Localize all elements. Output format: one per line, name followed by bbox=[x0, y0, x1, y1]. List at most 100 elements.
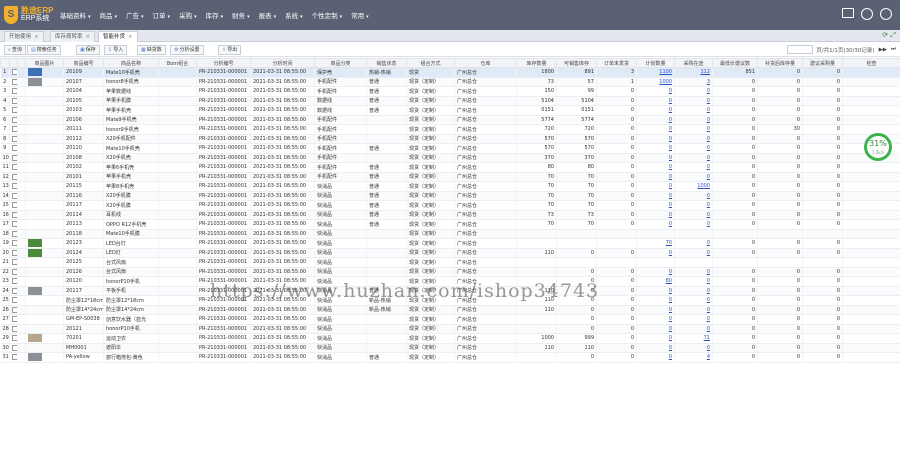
link-cell[interactable]: 4 bbox=[674, 352, 713, 363]
link-cell[interactable]: 0 bbox=[674, 267, 713, 277]
nav-item[interactable]: 常用 bbox=[351, 10, 369, 20]
link-cell[interactable]: 1000 bbox=[636, 77, 675, 87]
monitor-icon[interactable] bbox=[842, 8, 854, 18]
column-header[interactable]: 销售状态 bbox=[366, 58, 407, 68]
table-row[interactable]: 19 20123 LED台灯 PR-210331-000001 2021-03-31 0… bbox=[0, 238, 900, 249]
tab-smart-restock[interactable]: 智能补货 × bbox=[98, 31, 138, 42]
row-checkbox[interactable] bbox=[12, 145, 17, 151]
column-header[interactable]: 建议采购量 bbox=[802, 58, 843, 68]
column-header[interactable]: Bom组合 bbox=[158, 58, 197, 68]
link-cell[interactable]: 0 bbox=[636, 172, 675, 182]
user-icon[interactable] bbox=[861, 8, 873, 20]
nav-item[interactable]: 订单 bbox=[153, 10, 171, 20]
table-row[interactable]: 6 20106 Mate9手机壳 PR-210331-000001 2021-03-31… bbox=[0, 115, 900, 125]
column-header[interactable]: 采购在途 bbox=[674, 58, 713, 68]
link-cell[interactable]: 0 bbox=[674, 134, 713, 144]
nav-item[interactable]: 系统 bbox=[285, 10, 303, 20]
link-cell[interactable]: 0 bbox=[636, 324, 675, 334]
row-checkbox[interactable] bbox=[12, 278, 17, 284]
link-cell[interactable]: 0 bbox=[674, 248, 713, 258]
column-header[interactable]: 组合方式 bbox=[406, 58, 455, 68]
column-header[interactable]: 可销售库存 bbox=[556, 58, 597, 68]
table-row[interactable]: 14 20116 X20手机膜 PR-210331-000001 2021-03-31 … bbox=[0, 191, 900, 201]
analysis-settings-button[interactable]: ⚙分析设置 bbox=[170, 45, 204, 55]
row-checkbox[interactable] bbox=[12, 316, 17, 322]
column-header[interactable]: 仓库 bbox=[454, 58, 517, 68]
row-checkbox[interactable] bbox=[12, 249, 17, 256]
link-cell[interactable]: 0 bbox=[674, 86, 713, 97]
row-checkbox[interactable] bbox=[12, 268, 17, 275]
column-header[interactable] bbox=[9, 58, 18, 68]
shortage-button[interactable]: ▦缺货数 bbox=[137, 45, 166, 55]
row-checkbox[interactable] bbox=[12, 230, 17, 237]
row-checkbox[interactable] bbox=[12, 97, 17, 104]
table-row[interactable]: 27 GM-EP-S0038 创意饮水器（蓝光 PR-210331-000001 202… bbox=[0, 314, 900, 325]
link-cell[interactable]: 3 bbox=[674, 77, 713, 87]
link-cell[interactable]: 0 bbox=[674, 172, 713, 182]
link-cell[interactable] bbox=[674, 257, 713, 268]
link-cell[interactable]: 0 bbox=[674, 162, 713, 173]
link-cell[interactable]: 0 bbox=[636, 267, 675, 277]
nav-item[interactable]: 基础资料 bbox=[60, 10, 91, 20]
row-checkbox[interactable] bbox=[12, 126, 17, 132]
table-row[interactable]: 1 20109 Mate10手机壳 PR-210331-000001 2021-03-3… bbox=[0, 67, 900, 78]
refresh-icon[interactable]: ⟳ ⤢ bbox=[882, 31, 896, 40]
table-row[interactable]: 20 20124 LED灯 PR-210331-000001 2021-03-31 08… bbox=[0, 248, 900, 258]
link-cell[interactable]: 0 bbox=[674, 124, 713, 135]
column-header[interactable]: 库存数量 bbox=[516, 58, 557, 68]
link-cell[interactable]: 0 bbox=[636, 210, 675, 220]
table-row[interactable]: 4 20105 苹果手机膜 PR-210331-000001 2021-03-31 08… bbox=[0, 96, 900, 106]
table-row[interactable]: 29 70201 运动卫衣 PR-210331-000001 2021-03-31 08… bbox=[0, 333, 900, 344]
column-header[interactable]: 分析编号 bbox=[196, 58, 251, 68]
row-checkbox[interactable] bbox=[12, 211, 17, 218]
column-header[interactable]: 商品名称 bbox=[103, 58, 159, 68]
link-cell[interactable]: 0 bbox=[674, 314, 713, 325]
column-header[interactable] bbox=[0, 58, 10, 68]
table-row[interactable]: 18 20118 Mate10手机膜 PR-210331-000001 2021-03-… bbox=[0, 229, 900, 239]
table-row[interactable]: 7 20111 honor9手机壳 PR-210331-000001 2021-03-3… bbox=[0, 124, 900, 135]
import-button[interactable]: ⇩导入 bbox=[104, 45, 128, 55]
link-cell[interactable] bbox=[636, 229, 675, 239]
table-row[interactable]: 17 20113 OPPO R12手机壳 PR-210331-000001 2021-0… bbox=[0, 219, 900, 230]
link-cell[interactable]: 1000 bbox=[674, 181, 713, 192]
nav-item[interactable]: 报表 bbox=[259, 10, 277, 20]
link-cell[interactable]: 0 bbox=[674, 305, 713, 315]
link-cell[interactable]: 1100 bbox=[636, 67, 675, 78]
row-checkbox[interactable] bbox=[12, 192, 17, 199]
column-header[interactable] bbox=[17, 58, 26, 68]
row-checkbox[interactable] bbox=[12, 154, 17, 161]
save-button[interactable]: ▣保存 bbox=[76, 45, 100, 55]
row-checkbox[interactable] bbox=[12, 306, 17, 313]
last-page-icon[interactable]: ▶▶ bbox=[879, 47, 887, 53]
column-header[interactable]: 最低价建议数 bbox=[712, 58, 758, 68]
search-task-button[interactable]: ▤搜索任务 bbox=[27, 45, 61, 55]
link-cell[interactable]: 0 bbox=[636, 333, 675, 344]
link-cell[interactable]: 0 bbox=[674, 276, 713, 287]
table-row[interactable]: 22 20126 台式风扇 PR-210331-000001 2021-03-31 08… bbox=[0, 267, 900, 277]
link-cell[interactable]: 0 bbox=[636, 105, 675, 116]
column-header[interactable]: 检查 bbox=[842, 58, 900, 68]
table-row[interactable]: 3 20104 苹果数据线 PR-210331-000001 2021-03-31 08… bbox=[0, 86, 900, 97]
end-page-icon[interactable]: ⏭ bbox=[891, 46, 896, 53]
link-cell[interactable]: 71 bbox=[674, 333, 713, 344]
row-checkbox[interactable] bbox=[12, 164, 17, 170]
table-row[interactable]: 9 20110 Mate10手机壳 PR-210331-000001 2021-03-3… bbox=[0, 143, 900, 154]
link-cell[interactable] bbox=[674, 229, 713, 239]
row-checkbox[interactable] bbox=[12, 354, 17, 360]
row-checkbox[interactable] bbox=[12, 183, 17, 189]
table-row[interactable]: 11 20102 苹果6手机壳 PR-210331-000001 2021-03-31 … bbox=[0, 162, 900, 173]
link-cell[interactable]: 0 bbox=[636, 314, 675, 325]
link-cell[interactable]: 0 bbox=[674, 115, 713, 125]
close-icon[interactable]: × bbox=[86, 34, 91, 40]
row-checkbox[interactable] bbox=[12, 116, 17, 123]
row-checkbox[interactable] bbox=[12, 335, 17, 341]
column-header[interactable]: 补货后库存量 bbox=[757, 58, 803, 68]
link-cell[interactable]: 80 bbox=[636, 276, 675, 287]
link-cell[interactable]: 0 bbox=[674, 200, 713, 211]
link-cell[interactable]: 0 bbox=[674, 286, 713, 296]
column-header[interactable]: 商品编号 bbox=[63, 58, 104, 68]
row-checkbox[interactable] bbox=[12, 69, 17, 75]
link-cell[interactable]: 0 bbox=[674, 191, 713, 201]
link-cell[interactable]: 0 bbox=[636, 286, 675, 296]
link-cell[interactable]: 0 bbox=[636, 86, 675, 97]
